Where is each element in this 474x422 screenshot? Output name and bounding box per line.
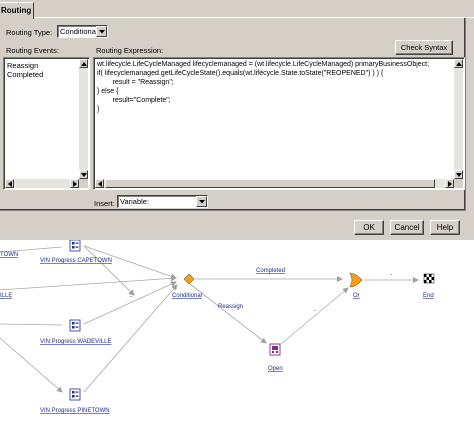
scroll-down-button[interactable] bbox=[454, 170, 463, 179]
code-line: } else { bbox=[97, 88, 119, 95]
list-item[interactable]: Reassign bbox=[7, 61, 38, 70]
edge-capetown-down bbox=[83, 245, 135, 296]
arrow-right-icon bbox=[448, 181, 452, 187]
chevron-down-icon bbox=[99, 30, 105, 34]
node-label: End bbox=[423, 293, 434, 299]
edge-label-completed[interactable]: Completed bbox=[256, 268, 285, 274]
robot-task-icon bbox=[269, 343, 281, 356]
list-item[interactable]: Completed bbox=[7, 70, 43, 79]
or-gate-icon bbox=[349, 272, 363, 288]
horizontal-scrollbar[interactable] bbox=[95, 179, 454, 188]
insert-select[interactable]: Variable: bbox=[117, 195, 208, 208]
workflow-diagram[interactable]: TOWN ILLE VIN Progress CAPETOWN VIN Prog… bbox=[0, 240, 474, 422]
code-line: result="Complete"; bbox=[97, 97, 171, 104]
chevron-down-icon bbox=[199, 200, 205, 204]
routing-events-list[interactable]: Reassign Completed bbox=[3, 57, 90, 190]
edge-left-to-pinetown bbox=[0, 337, 63, 393]
routing-type-select[interactable]: Conditional bbox=[57, 25, 108, 38]
node-label: VIN Progress WADEVILLE bbox=[40, 339, 111, 345]
node-label: VIN Progress PINETOWN bbox=[40, 408, 110, 414]
arrow-down-icon bbox=[456, 173, 462, 177]
routing-dialog: Routing Routing Type: Conditional Routin… bbox=[0, 0, 474, 240]
check-syntax-button[interactable]: Check Syntax bbox=[395, 40, 453, 55]
scroll-down-button[interactable] bbox=[79, 170, 88, 179]
task-icon bbox=[69, 388, 81, 401]
edge-wadeville-to-conditional bbox=[83, 281, 177, 325]
node-label-left-top[interactable]: TOWN bbox=[0, 252, 18, 258]
task-icon bbox=[69, 319, 81, 332]
edge-label-dash: - bbox=[390, 272, 392, 278]
routing-type-label: Routing Type: bbox=[6, 28, 53, 37]
tab-strip bbox=[0, 0, 474, 18]
scroll-up-button[interactable] bbox=[454, 59, 463, 68]
code-line: result = "Reassign"; bbox=[97, 79, 174, 86]
edge-label-reassign[interactable]: Reassign bbox=[218, 304, 243, 310]
vertical-scrollbar[interactable] bbox=[454, 59, 463, 179]
arrow-up-icon bbox=[81, 62, 87, 66]
node-vin-pinetown[interactable]: VIN Progress PINETOWN bbox=[40, 388, 110, 414]
checkered-flag-icon bbox=[423, 273, 435, 284]
node-label: VIN Progress CAPETOWN bbox=[40, 258, 112, 264]
scroll-corner bbox=[79, 179, 88, 188]
code-line: } bbox=[97, 106, 100, 113]
scroll-right-button[interactable] bbox=[445, 179, 454, 188]
insert-label: Insert: bbox=[94, 199, 115, 208]
routing-type-value: Conditional bbox=[60, 27, 98, 36]
horizontal-scrollbar[interactable] bbox=[5, 179, 79, 188]
routing-expression-label: Routing Expression: bbox=[96, 46, 164, 55]
edge-label-dash: - bbox=[130, 294, 132, 300]
node-label: Conditional bbox=[172, 293, 202, 299]
node-open[interactable]: Open bbox=[268, 343, 283, 372]
node-label-left-mid[interactable]: ILLE bbox=[0, 293, 12, 299]
scroll-up-button[interactable] bbox=[79, 59, 88, 68]
workflow-edges bbox=[0, 245, 419, 393]
arrow-up-icon bbox=[456, 62, 462, 66]
node-or[interactable]: Or bbox=[349, 272, 363, 299]
scroll-thumb[interactable] bbox=[105, 179, 435, 188]
node-conditional[interactable]: Conditional bbox=[172, 273, 202, 299]
diamond-icon bbox=[183, 273, 195, 285]
scroll-left-button[interactable] bbox=[95, 179, 104, 188]
insert-value: Variable: bbox=[120, 197, 150, 206]
routing-type-dropdown-button[interactable] bbox=[96, 26, 107, 37]
arrow-left-icon bbox=[98, 181, 102, 187]
scroll-left-button[interactable] bbox=[5, 179, 14, 188]
code-line: if( lifecyclemanaged.getLifeCycleState()… bbox=[97, 70, 384, 77]
node-label: Open bbox=[268, 366, 283, 372]
routing-events-label: Routing Events: bbox=[6, 46, 59, 55]
help-button[interactable]: Help bbox=[430, 220, 460, 235]
edge-label-dash: - bbox=[314, 308, 316, 314]
edge-open-to-or bbox=[280, 287, 349, 345]
arrow-right-icon bbox=[73, 181, 77, 187]
scroll-right-button[interactable] bbox=[70, 179, 79, 188]
routing-expression-editor[interactable]: wt.lifecycle.LifeCycleManaged lifecyclem… bbox=[93, 57, 465, 190]
scroll-corner bbox=[454, 179, 463, 188]
tab-routing[interactable]: Routing bbox=[0, 2, 34, 19]
task-icon bbox=[69, 240, 81, 252]
node-vin-wadeville[interactable]: VIN Progress WADEVILLE bbox=[40, 319, 111, 345]
node-end[interactable]: End bbox=[423, 273, 435, 299]
ok-button[interactable]: OK bbox=[354, 220, 384, 235]
edge-left-to-wadeville bbox=[0, 323, 63, 326]
edge-left-mid-to-conditional bbox=[0, 275, 177, 291]
cancel-button[interactable]: Cancel bbox=[390, 220, 424, 235]
arrow-down-icon bbox=[81, 173, 87, 177]
arrow-left-icon bbox=[8, 181, 12, 187]
code-line: wt.lifecycle.LifeCycleManaged lifecyclem… bbox=[97, 61, 430, 68]
vertical-scrollbar[interactable] bbox=[79, 59, 88, 179]
node-label: Or bbox=[353, 293, 360, 299]
insert-dropdown-button[interactable] bbox=[196, 196, 207, 207]
